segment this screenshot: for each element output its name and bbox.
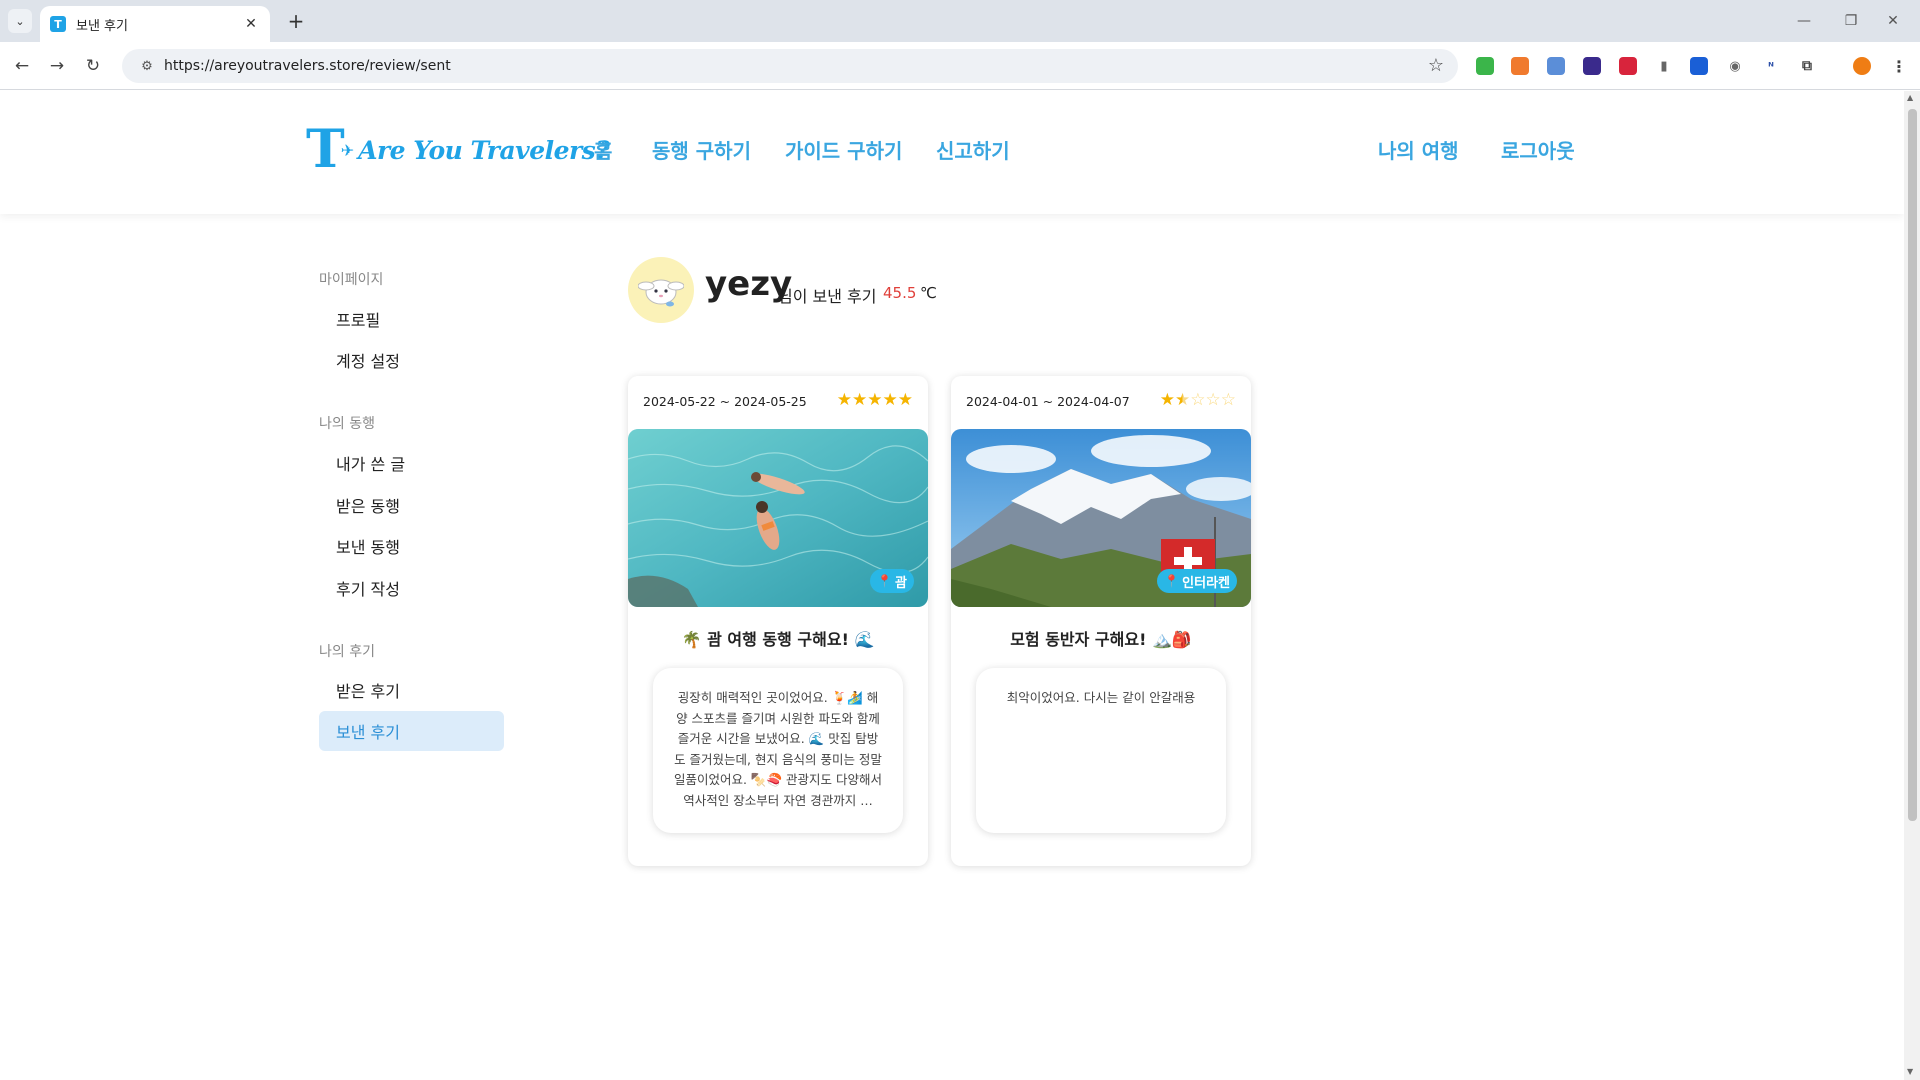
sidebar-item-received-reviews[interactable]: 받은 후기 <box>319 670 504 710</box>
forward-button[interactable]: → <box>43 52 71 80</box>
sidebar-item-sent-reviews[interactable]: 보낸 후기 <box>319 711 504 751</box>
page-scrollbar[interactable]: ▲ ▼ <box>1904 91 1920 1080</box>
signal-icon[interactable]: ▮ <box>1655 57 1673 75</box>
star-icon: ★ <box>882 390 898 410</box>
half-star-icon: ★ <box>1175 390 1191 410</box>
star-icon: ★ <box>852 390 868 410</box>
review-card[interactable]: 2024-05-22 ~ 2024-05-25 ★★★★★ 📍 괌 🌴 괌 여행… <box>628 376 928 866</box>
browser-toolbar: ← → ↻ ⚙ https://areyoutravelers.store/re… <box>0 42 1920 90</box>
review-title: 🌴 괌 여행 동행 구해요! 🌊 <box>681 630 875 649</box>
review-photo-interlaken: 📍 인터라켄 <box>951 429 1251 607</box>
sidebar-item-account-settings[interactable]: 계정 설정 <box>319 340 504 380</box>
nav-report[interactable]: 신고하기 <box>936 135 1010 164</box>
travel-temperature: 45.5 <box>883 284 917 302</box>
logo-t-icon: T <box>306 119 345 180</box>
location-badge: 📍 인터라켄 <box>1157 569 1237 593</box>
page-content: T ✈ Are You Travelers? 홈 동행 구하기 가이드 구하기 … <box>0 91 1904 1080</box>
empty-star-icon: ☆ <box>1220 390 1236 410</box>
sidebar-item-write-review[interactable]: 후기 작성 <box>319 568 504 608</box>
site-info-icon[interactable]: ⚙ <box>130 59 164 74</box>
logo-text: Are You Travelers? <box>358 135 610 165</box>
reload-button[interactable]: ↻ <box>79 52 107 80</box>
shield-icon[interactable] <box>1690 57 1708 75</box>
tab-title: 보낸 후기 <box>76 18 128 34</box>
nav-find-companion[interactable]: 동행 구하기 <box>652 135 751 164</box>
site-logo[interactable]: T ✈ Are You Travelers? <box>306 119 610 180</box>
profile-suffix: 님이 보낸 후기 <box>778 287 877 306</box>
review-card[interactable]: 2024-04-01 ~ 2024-04-07 ★★☆☆☆ 📍 인터라켄 모험 … <box>951 376 1251 866</box>
address-bar[interactable]: ⚙ https://areyoutravelers.store/review/s… <box>122 49 1458 83</box>
extension-icon[interactable] <box>1476 57 1494 75</box>
extension-icon[interactable] <box>1619 57 1637 75</box>
extension-icon[interactable] <box>1583 57 1601 75</box>
star-icon: ★ <box>867 390 883 410</box>
restore-button[interactable]: ❐ <box>1831 8 1871 34</box>
nav-home[interactable]: 홈 <box>594 135 612 164</box>
review-date-range: 2024-05-22 ~ 2024-05-25 <box>643 394 807 409</box>
puzzle-icon[interactable]: ⧉ <box>1798 57 1816 75</box>
empty-star-icon: ☆ <box>1190 390 1206 410</box>
extension-icon[interactable] <box>1547 57 1565 75</box>
review-date-range: 2024-04-01 ~ 2024-04-07 <box>966 394 1130 409</box>
tab-close-icon[interactable]: ✕ <box>242 16 260 32</box>
location-pin-icon: 📍 <box>1164 574 1180 588</box>
sidebar-group-mypage: 마이페이지 <box>319 272 384 288</box>
tab-search-menu[interactable]: ⌄ <box>8 9 32 33</box>
camera-icon[interactable]: ◉ <box>1726 57 1744 75</box>
sidebar-item-profile[interactable]: 프로필 <box>319 299 504 339</box>
sidebar-group-my-companions: 나의 동행 <box>319 416 375 432</box>
close-window-button[interactable]: ✕ <box>1873 8 1913 34</box>
review-photo-guam: 📍 괌 <box>628 429 928 607</box>
empty-star-icon: ☆ <box>1205 390 1221 410</box>
sidebar-item-my-posts[interactable]: 내가 쓴 글 <box>319 443 504 483</box>
location-badge: 📍 괌 <box>870 569 914 593</box>
airplane-icon: ✈ <box>340 140 355 160</box>
avatar <box>628 257 694 323</box>
review-text: 최악이었어요. 다시는 같이 안갈래용 <box>1006 690 1196 705</box>
nav-find-guide[interactable]: 가이드 구하기 <box>785 135 902 164</box>
star-icon: ★ <box>1159 390 1175 410</box>
scroll-down-arrow-icon[interactable]: ▼ <box>1907 1067 1913 1076</box>
location-pin-icon: 📍 <box>877 574 893 588</box>
star-icon: ★ <box>836 390 852 410</box>
review-text: 굉장히 매력적인 곳이었어요. 🍹🏄 해양 스포츠를 즐기며 시원한 파도와 함… <box>673 690 883 808</box>
url-text[interactable]: https://areyoutravelers.store/review/sen… <box>164 58 451 74</box>
star-rating: ★★☆☆☆ <box>1160 390 1236 410</box>
nav-my-trips[interactable]: 나의 여행 <box>1378 135 1459 164</box>
back-button[interactable]: ← <box>8 52 36 80</box>
browser-tabstrip: ⌄ T 보낸 후기 ✕ + — ❐ ✕ <box>0 0 1920 42</box>
review-body: 최악이었어요. 다시는 같이 안갈래용 <box>976 668 1226 833</box>
extension-icon[interactable] <box>1511 57 1529 75</box>
review-body: 굉장히 매력적인 곳이었어요. 🍹🏄 해양 스포츠를 즐기며 시원한 파도와 함… <box>653 668 903 833</box>
star-icon: ★ <box>897 390 913 410</box>
bookmark-star-icon[interactable]: ☆ <box>1428 55 1444 76</box>
star-rating: ★★★★★ <box>837 390 913 410</box>
sidebar-item-sent-companions[interactable]: 보낸 동행 <box>319 526 504 566</box>
location-label: 인터라켄 <box>1182 575 1230 591</box>
extension-icon[interactable]: ᴺ <box>1762 57 1780 75</box>
scroll-up-arrow-icon[interactable]: ▲ <box>1907 93 1913 102</box>
temperature-unit: ℃ <box>920 284 937 302</box>
nav-logout[interactable]: 로그아웃 <box>1501 135 1575 164</box>
minimize-button[interactable]: — <box>1784 8 1824 34</box>
new-tab-button[interactable]: + <box>283 8 309 34</box>
browser-menu-icon[interactable]: ⋮ <box>1890 57 1908 76</box>
puppy-avatar-icon <box>638 279 684 307</box>
browser-tab-active[interactable]: T 보낸 후기 ✕ <box>40 6 270 42</box>
profile-avatar-icon[interactable] <box>1853 57 1871 75</box>
scroll-thumb[interactable] <box>1908 109 1917 821</box>
location-label: 괌 <box>895 575 907 591</box>
sidebar-group-my-reviews: 나의 후기 <box>319 644 375 660</box>
site-header: T ✈ Are You Travelers? 홈 동행 구하기 가이드 구하기 … <box>0 91 1904 214</box>
tab-favicon-icon: T <box>50 16 66 32</box>
sidebar-item-received-companions[interactable]: 받은 동행 <box>319 485 504 525</box>
review-title: 모험 동반자 구해요! 🏔️🎒 <box>1010 630 1192 649</box>
